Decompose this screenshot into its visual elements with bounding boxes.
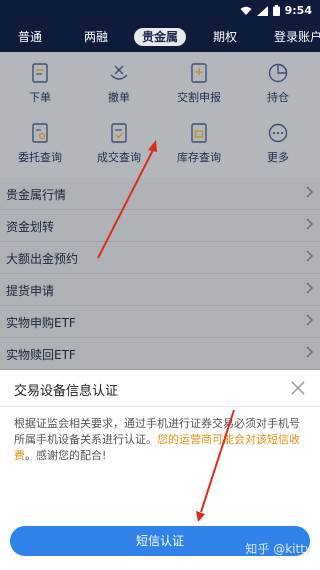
sheet-title: 交易设备信息认证 xyxy=(14,384,119,399)
more-dots-icon xyxy=(268,123,288,143)
grid-item-label: 库存查询 xyxy=(177,151,221,164)
grid-item-label: 交割申报 xyxy=(177,91,221,104)
tab-options[interactable]: 期权 xyxy=(213,28,237,46)
tab-bar: 普通 两融 贵金属 期权 登录账户 xyxy=(0,22,320,52)
grid-item-label: 更多 xyxy=(267,151,289,164)
tab-precious-metals[interactable]: 贵金属 xyxy=(134,28,187,46)
chevron-right-icon xyxy=(306,314,314,326)
list-item-label: 大额出金预约 xyxy=(6,252,79,266)
signal-icon xyxy=(256,5,268,16)
grid-item-label: 委托查询 xyxy=(18,151,62,164)
tab-normal[interactable]: 普通 xyxy=(18,28,42,46)
grid-item-entrust-query[interactable]: 委托查询 xyxy=(5,122,75,165)
entrust-query-icon xyxy=(32,123,48,143)
list-item-pickup-application[interactable]: 提货申请 xyxy=(0,274,320,306)
list-item-label: 实物申购ETF xyxy=(6,316,76,330)
battery-icon xyxy=(272,5,280,16)
grid-item-order[interactable]: 下单 xyxy=(5,62,75,105)
tab-margin[interactable]: 两融 xyxy=(84,28,108,46)
list-item-large-withdrawal[interactable]: 大额出金预约 xyxy=(0,242,320,274)
wifi-icon xyxy=(240,6,252,15)
status-icons: 9:54 xyxy=(240,4,312,17)
chevron-right-icon xyxy=(306,346,314,358)
close-icon[interactable] xyxy=(290,380,306,396)
order-document-icon xyxy=(32,63,48,83)
tab-login-account[interactable]: 登录账户 xyxy=(274,28,320,46)
grid-item-delivery-declare[interactable]: 交割申报 xyxy=(164,62,234,105)
grid-item-position[interactable]: 持仓 xyxy=(243,62,313,105)
chevron-right-icon xyxy=(306,250,314,262)
status-bar: 9:54 xyxy=(0,0,320,22)
delivery-declare-icon xyxy=(191,63,207,83)
grid-item-more[interactable]: 更多 xyxy=(243,122,313,165)
main-content: 下单 撤单 交割申报 持仓 委托查询 成交查询 库存查询 更多 贵金属行情 资金… xyxy=(0,52,320,370)
list-item-label: 实物赎回ETF xyxy=(6,348,76,362)
position-pie-icon xyxy=(268,63,288,83)
list-item-etf-subscribe[interactable]: 实物申购ETF xyxy=(0,306,320,338)
chevron-right-icon xyxy=(306,282,314,294)
list-item-label: 提货申请 xyxy=(6,284,55,298)
deal-query-icon xyxy=(111,123,127,143)
inventory-query-icon xyxy=(191,123,207,143)
list-item-label: 贵金属行情 xyxy=(6,188,67,202)
cancel-order-icon xyxy=(110,65,128,80)
grid-item-label: 成交查询 xyxy=(97,151,141,164)
list-item-fund-transfer[interactable]: 资金划转 xyxy=(0,210,320,242)
list-item-precious-metal-quotes[interactable]: 贵金属行情 xyxy=(0,178,320,210)
body-end: 。感谢您的配合! xyxy=(25,449,107,462)
function-grid: 下单 撤单 交割申报 持仓 委托查询 成交查询 库存查询 更多 xyxy=(0,52,320,176)
sheet-body: 根据证监会相关要求，通过手机进行证券交易必须对手机号所属手机设备关系进行认证。您… xyxy=(14,416,310,464)
grid-item-label: 持仓 xyxy=(267,91,289,104)
grid-item-inventory-query[interactable]: 库存查询 xyxy=(164,122,234,165)
grid-item-label: 撤单 xyxy=(108,91,130,104)
divider xyxy=(0,406,320,407)
grid-item-deal-query[interactable]: 成交查询 xyxy=(84,122,154,165)
chevron-right-icon xyxy=(306,186,314,198)
clock: 9:54 xyxy=(284,4,312,17)
chevron-right-icon xyxy=(306,218,314,230)
grid-item-cancel[interactable]: 撤单 xyxy=(84,62,154,105)
list-item-etf-redeem[interactable]: 实物赎回ETF xyxy=(0,338,320,370)
list-item-label: 资金划转 xyxy=(6,220,55,234)
grid-item-label: 下单 xyxy=(29,91,51,104)
watermark: 知乎 @kitty xyxy=(245,542,312,556)
